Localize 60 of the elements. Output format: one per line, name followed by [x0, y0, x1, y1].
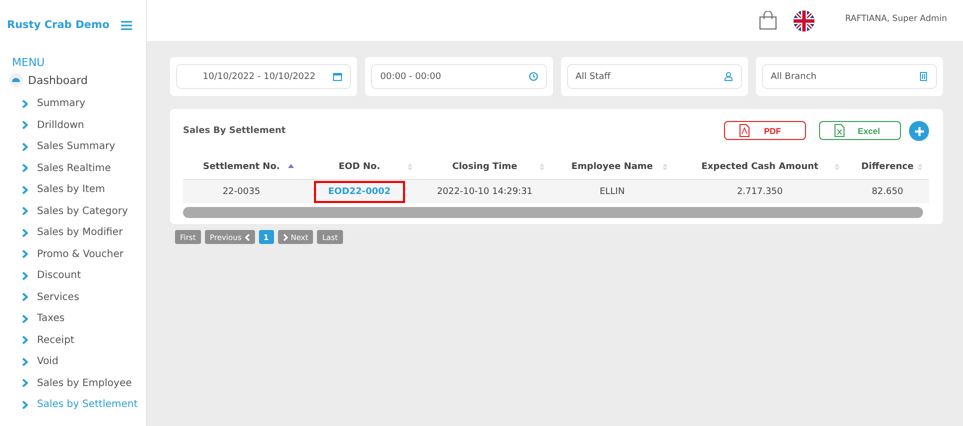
- menu-heading: MENU: [12, 56, 46, 69]
- dashboard-icon: [9, 73, 23, 87]
- table-cell: 2.717.350: [736, 186, 783, 196]
- chevron-icon: [22, 164, 28, 172]
- chevron-icon: [22, 314, 28, 323]
- spreadsheet-file-icon: [834, 124, 845, 137]
- person-icon[interactable]: [724, 72, 733, 81]
- user-name[interactable]: RAFTIANA, Super Admin: [845, 14, 947, 24]
- chevron-icon: [22, 121, 28, 130]
- scrollbar[interactable]: [183, 207, 923, 218]
- chevron-icon: [22, 400, 28, 409]
- chevron-icon: [22, 228, 28, 237]
- menu-icon[interactable]: [121, 20, 132, 30]
- branch-filter-field[interactable]: All Branch: [762, 64, 937, 89]
- sidebar-item[interactable]: Sales by Employee: [37, 378, 132, 389]
- clock-icon[interactable]: [528, 72, 538, 81]
- report-title: Sales By Settlement: [183, 126, 287, 136]
- chevron-icon: [22, 207, 28, 216]
- sidebar-item[interactable]: Void: [37, 356, 58, 368]
- brand-title: Rusty Crab Demo: [7, 19, 110, 31]
- flag-icon[interactable]: [793, 10, 816, 32]
- chevron-icon: [22, 379, 28, 388]
- table-cell: 2022-10-10 14:29:31: [436, 186, 533, 196]
- chevron-icon: [22, 336, 28, 344]
- chevron-icon: [22, 293, 28, 302]
- table-cell: 82.650: [872, 186, 904, 196]
- table-cell: 22-0035: [222, 186, 260, 196]
- chevron-icon: [22, 142, 28, 151]
- pdf-export-button[interactable]: PDF: [724, 121, 806, 140]
- sort-ascending-icon[interactable]: [288, 163, 294, 171]
- sidebar-item[interactable]: Taxes: [37, 313, 65, 324]
- sidebar-item[interactable]: Discount: [37, 270, 81, 282]
- sidebar-item[interactable]: Summary: [37, 98, 86, 110]
- time-filter-field[interactable]: 00:00 - 00:00: [371, 64, 546, 89]
- chevron-left-icon: [244, 234, 250, 240]
- calendar-icon[interactable]: [333, 72, 342, 81]
- chevron-right-icon: [282, 234, 288, 240]
- chevron-icon: [22, 100, 28, 108]
- sidebar-item[interactable]: Sales by Item: [37, 184, 106, 196]
- sidebar-item[interactable]: Sales by Modifier: [37, 227, 123, 238]
- chevron-icon: [22, 250, 28, 258]
- chevron-icon: [22, 358, 28, 366]
- pdf-file-icon: [739, 124, 750, 137]
- dashboard-item[interactable]: Dashboard: [28, 74, 88, 86]
- shopping-bag-icon[interactable]: [759, 11, 778, 30]
- staff-filter-field[interactable]: All Staff: [566, 64, 742, 89]
- sidebar-item[interactable]: Sales Realtime: [37, 162, 111, 174]
- table-cell: ELLIN: [600, 186, 625, 196]
- sidebar-item[interactable]: Drilldown: [37, 120, 84, 131]
- add-button[interactable]: [909, 121, 929, 141]
- sidebar-item[interactable]: Promo & Voucher: [37, 248, 124, 260]
- chevron-icon: [22, 272, 28, 280]
- building-icon[interactable]: [919, 72, 928, 81]
- date-filter-field[interactable]: 10/10/2022 - 10/10/2022: [176, 64, 352, 89]
- plus-icon: [914, 126, 924, 136]
- sidebar-item[interactable]: Sales by Category: [37, 206, 128, 217]
- chevron-icon: [22, 186, 28, 194]
- sidebar-item[interactable]: Receipt: [37, 334, 74, 346]
- sidebar-item[interactable]: Services: [37, 292, 80, 303]
- sidebar-item[interactable]: Sales Summary: [37, 141, 116, 152]
